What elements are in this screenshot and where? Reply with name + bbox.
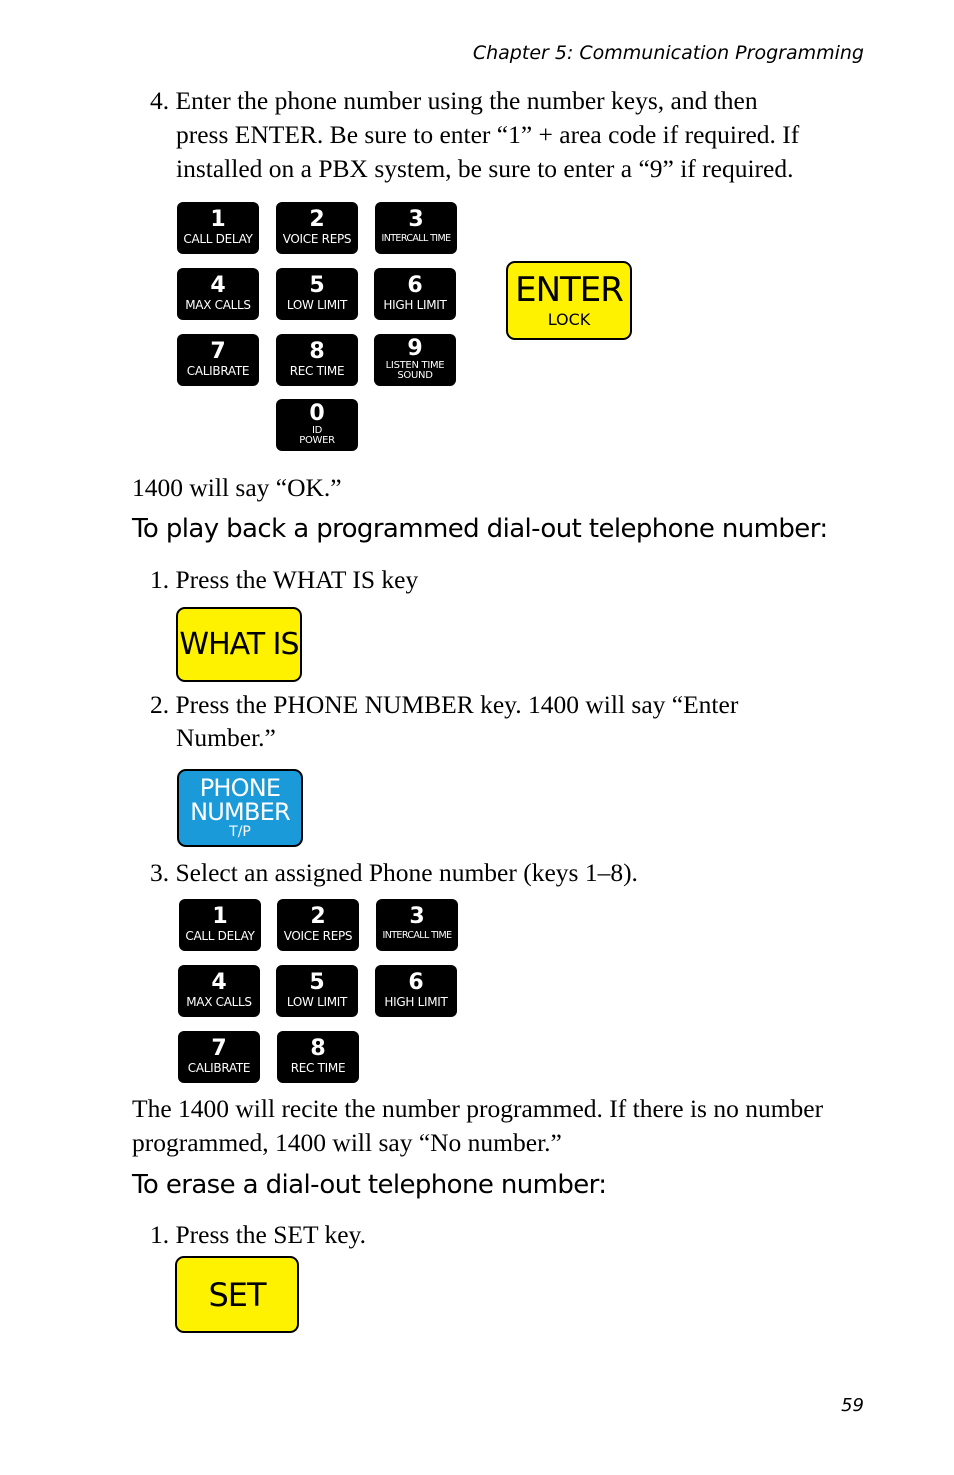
- key-3[interactable]: 3 INTERCALL TIME: [376, 899, 458, 951]
- key-6[interactable]: 6 HIGH LIMIT: [375, 965, 457, 1017]
- key-label: VOICE REPS: [282, 232, 352, 246]
- key-5[interactable]: 5 LOW LIMIT: [276, 268, 358, 320]
- key-label-secondary: POWER: [299, 434, 335, 446]
- key-2[interactable]: 2 VOICE REPS: [277, 899, 359, 951]
- step4-line2: press ENTER. Be sure to enter “1” + area…: [176, 120, 800, 149]
- key-number: 4: [210, 273, 226, 298]
- step4-line1: 4. Enter the phone number using the numb…: [150, 86, 758, 115]
- key-label: REC TIME: [289, 364, 345, 378]
- phone-number-key[interactable]: PHONE NUMBER T/P: [177, 769, 303, 847]
- key-label: CALIBRATE: [187, 1061, 251, 1075]
- erase-step1: 1. Press the SET key.: [150, 1220, 367, 1249]
- step4-line3: installed on a PBX system, be sure to en…: [176, 154, 794, 183]
- recite-line1: The 1400 will recite the number programm…: [132, 1094, 824, 1123]
- key-label: HIGH LIMIT: [384, 995, 448, 1009]
- key-0[interactable]: 0 ID POWER: [276, 399, 358, 451]
- key-number: 3: [408, 207, 424, 232]
- erase-heading: To erase a dial-out telephone number:: [132, 1170, 607, 1200]
- key-number: 6: [408, 970, 424, 995]
- key-label: ID: [311, 424, 323, 436]
- key-8[interactable]: 8 REC TIME: [277, 1031, 359, 1083]
- recite-line2: programmed, 1400 will say “No number.”: [132, 1128, 562, 1157]
- ok-text: 1400 will say “OK.”: [132, 473, 342, 502]
- key-4[interactable]: 4 MAX CALLS: [177, 268, 259, 320]
- key-number: 2: [309, 207, 325, 232]
- key-label: REC TIME: [290, 1061, 346, 1075]
- key-number: 5: [309, 970, 325, 995]
- key-number: 7: [210, 339, 226, 364]
- set-key-label: SET: [208, 1275, 266, 1314]
- key-number: 8: [309, 339, 325, 364]
- key-label: VOICE REPS: [283, 929, 353, 943]
- key-1[interactable]: 1 CALL DELAY: [177, 202, 259, 254]
- enter-key-label: ENTER: [515, 269, 624, 310]
- key-7[interactable]: 7 CALIBRATE: [177, 334, 259, 386]
- key-label: CALL DELAY: [185, 929, 255, 943]
- phone-key-sublabel: T/P: [229, 824, 251, 840]
- playback-step2-line2: Number.”: [176, 723, 276, 752]
- phone-key-line2: NUMBER: [190, 798, 291, 826]
- playback-step2-line1: 2. Press the PHONE NUMBER key. 1400 will…: [150, 690, 739, 719]
- what-is-key[interactable]: WHAT IS: [176, 607, 302, 682]
- key-number: 2: [310, 904, 326, 929]
- enter-key[interactable]: ENTER LOCK: [506, 261, 632, 340]
- playback-step3: 3. Select an assigned Phone number (keys…: [150, 858, 638, 887]
- key-label: CALL DELAY: [183, 232, 253, 246]
- key-label: MAX CALLS: [186, 995, 252, 1009]
- key-label: LOW LIMIT: [286, 995, 348, 1009]
- key-9[interactable]: 9 LISTEN TIME SOUND: [374, 334, 456, 386]
- key-8[interactable]: 8 REC TIME: [276, 334, 358, 386]
- key-number: 3: [409, 904, 425, 929]
- chapter-header: Chapter 5: Communication Programming: [472, 42, 864, 64]
- playback-step1: 1. Press the WHAT IS key: [150, 565, 419, 594]
- key-label: MAX CALLS: [185, 298, 251, 312]
- page-number: 59: [841, 1395, 864, 1416]
- key-label: INTERCALL TIME: [381, 233, 452, 244]
- what-is-key-label: WHAT IS: [179, 626, 299, 662]
- key-label-secondary: SOUND: [397, 369, 433, 381]
- key-label: HIGH LIMIT: [383, 298, 447, 312]
- key-number: 1: [212, 904, 228, 929]
- key-7[interactable]: 7 CALIBRATE: [178, 1031, 260, 1083]
- key-number: 8: [310, 1036, 326, 1061]
- key-label: CALIBRATE: [186, 364, 250, 378]
- key-6[interactable]: 6 HIGH LIMIT: [374, 268, 456, 320]
- key-number: 1: [210, 207, 226, 232]
- key-number: 0: [309, 400, 325, 426]
- key-number: 7: [211, 1036, 227, 1061]
- set-key[interactable]: SET: [175, 1256, 299, 1333]
- key-label: LISTEN TIME: [385, 359, 445, 371]
- playback-heading: To play back a programmed dial-out telep…: [132, 514, 828, 544]
- key-number: 6: [407, 273, 423, 298]
- phone-key-line1: PHONE: [199, 774, 281, 802]
- key-1[interactable]: 1 CALL DELAY: [179, 899, 261, 951]
- key-2[interactable]: 2 VOICE REPS: [276, 202, 358, 254]
- enter-key-sublabel: LOCK: [547, 309, 591, 329]
- key-3[interactable]: 3 INTERCALL TIME: [375, 202, 457, 254]
- key-number: 9: [407, 335, 423, 361]
- key-number: 4: [211, 970, 227, 995]
- key-label: INTERCALL TIME: [382, 930, 453, 941]
- key-4[interactable]: 4 MAX CALLS: [178, 965, 260, 1017]
- key-5[interactable]: 5 LOW LIMIT: [276, 965, 358, 1017]
- key-label: LOW LIMIT: [286, 298, 348, 312]
- key-number: 5: [309, 273, 325, 298]
